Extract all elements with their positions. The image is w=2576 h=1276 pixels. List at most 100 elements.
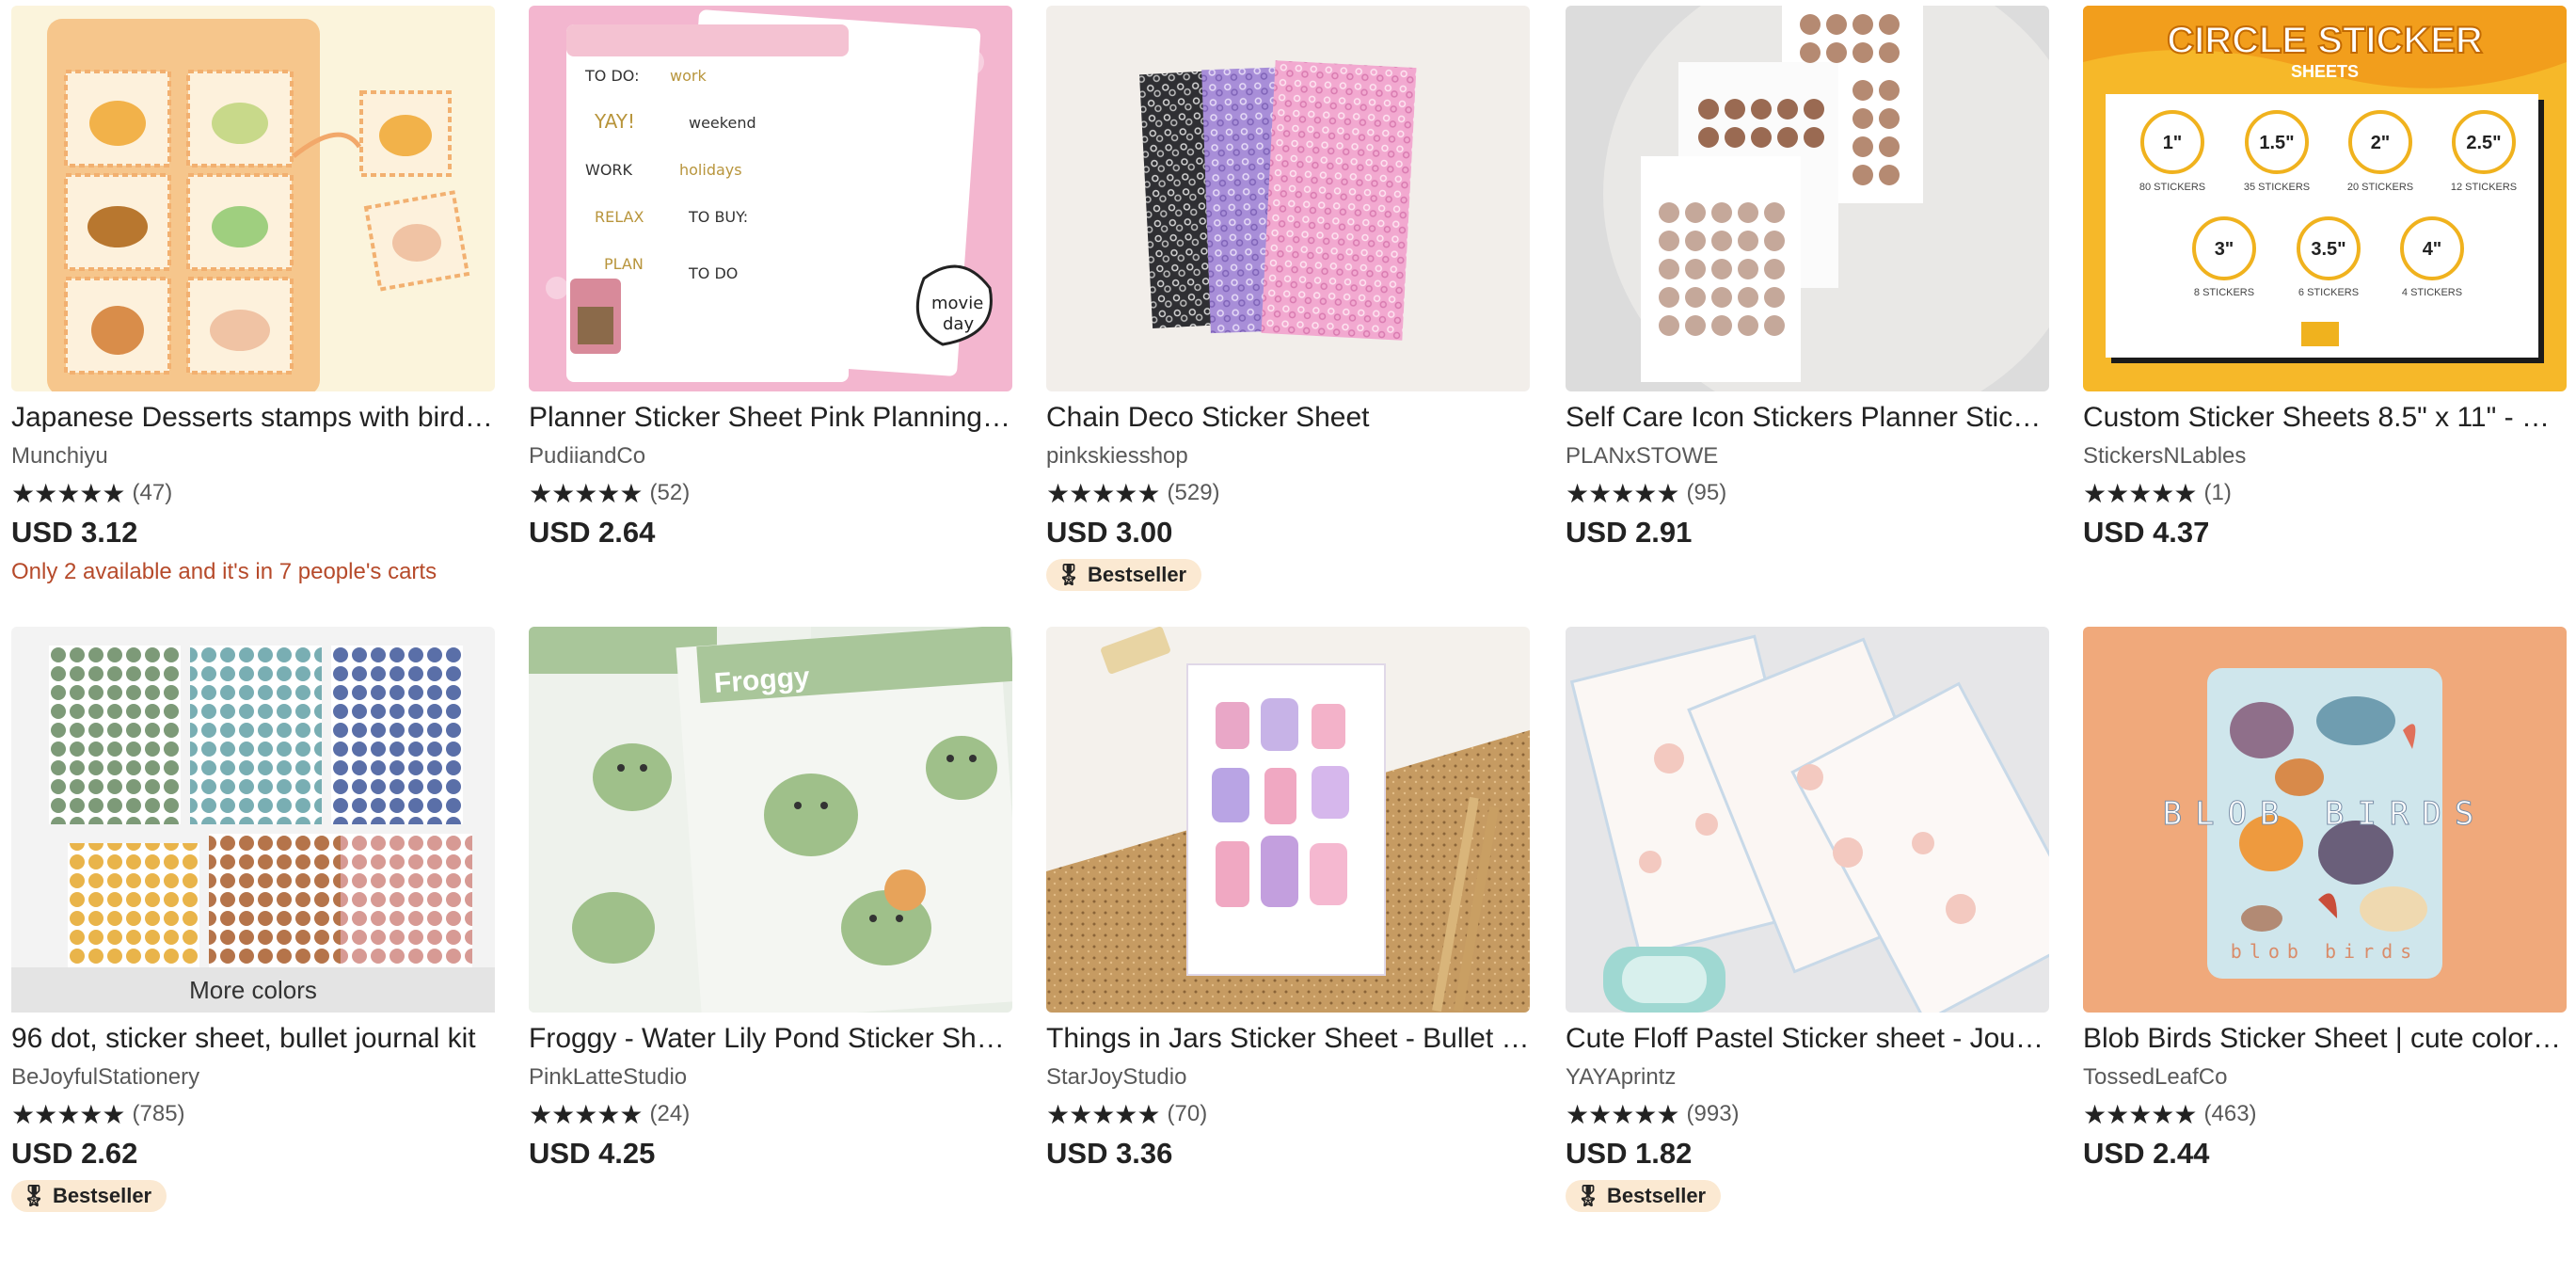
svg-text:movie: movie [931,294,983,313]
review-count: (70) [1167,1101,1208,1126]
price: USD 3.12 [11,516,138,549]
svg-text:3": 3" [2215,239,2234,260]
bestseller-badge: 🎖 Bestseller [11,1180,167,1212]
star-rating-icon: ★★★★★ [11,1098,126,1130]
svg-text:PLAN: PLAN [604,255,644,273]
svg-text:TO BUY:: TO BUY: [688,208,748,226]
shop-name[interactable]: BeJoyfulStationery [11,1061,495,1093]
svg-text:4 STICKERS: 4 STICKERS [2402,287,2462,298]
svg-text:CIRCLE STICKER: CIRCLE STICKER [2167,20,2483,61]
price: USD 4.25 [529,1137,656,1170]
listing-image[interactable]: TO DO: work YAY! weekend WORK holidays RELA… [529,6,1012,391]
rating: ★★★★★ (529) [1046,478,1530,509]
listing-title[interactable]: Planner Sticker Sheet Pink Planning … [529,399,1012,437]
svg-text:2": 2" [2371,133,2391,153]
rating: ★★★★★ (70) [1046,1098,1530,1130]
shop-name[interactable]: PinkLatteStudio [529,1061,1012,1093]
listing-thumbnail-art [1566,627,2049,1013]
listing-card[interactable]: BLOB BIRDS blob birds Blob Birds Sticker… [2083,627,2567,1172]
listing-thumbnail-art [1046,627,1530,1013]
listing-title[interactable]: 96 dot, sticker sheet, bullet journal ki… [11,1020,495,1058]
listing-card[interactable]: TO DO: work YAY! weekend WORK holidays RELA… [529,6,1012,551]
svg-text:RELAX: RELAX [595,208,644,226]
svg-text:weekend: weekend [689,114,756,132]
svg-text:2.5": 2.5" [2466,133,2501,153]
shop-name[interactable]: TossedLeafCo [2083,1061,2567,1093]
rating: ★★★★★ (24) [529,1099,1012,1130]
rating: ★★★★★ (993) [1566,1098,2049,1130]
review-count: (785) [132,1101,185,1126]
listing-card[interactable]: Cute Floff Pastel Sticker sheet - Jour… … [1566,627,2049,1212]
price: USD 3.36 [1046,1137,1173,1170]
listing-card[interactable]: Chain Deco Sticker Sheet pinkskiesshop ★… [1046,6,1530,591]
listing-image[interactable] [11,6,495,391]
review-count: (463) [2203,1101,2257,1126]
review-count: (52) [649,480,691,505]
listing-title[interactable]: Chain Deco Sticker Sheet [1046,399,1530,437]
listing-image[interactable] [1046,6,1530,391]
listing-title[interactable]: Blob Birds Sticker Sheet | cute colorf… [2083,1020,2567,1058]
listing-title[interactable]: Self Care Icon Stickers Planner Stick… [1566,399,2049,437]
price: USD 2.91 [1566,516,1693,549]
listing-title[interactable]: Cute Floff Pastel Sticker sheet - Jour… [1566,1020,2049,1058]
award-ribbon-icon: 🎖 [1575,1184,1601,1208]
award-ribbon-icon: 🎖 [1056,563,1082,587]
price: USD 2.64 [529,516,656,549]
badge-label: Bestseller [1087,563,1187,586]
shop-name[interactable]: pinkskiesshop [1046,440,1530,472]
shop-name[interactable]: Munchiyu [11,440,495,472]
award-ribbon-icon: 🎖 [21,1184,47,1208]
svg-text:80 STICKERS: 80 STICKERS [2139,182,2205,193]
review-count: (1) [2203,480,2232,505]
star-rating-icon: ★★★★★ [529,477,644,509]
listing-image[interactable]: Froggy [529,627,1012,1013]
star-rating-icon: ★★★★★ [1046,1098,1161,1130]
price: USD 3.00 [1046,516,1173,549]
listing-image[interactable] [1046,627,1530,1013]
shop-name[interactable]: StickersNLables [2083,440,2567,472]
price: USD 2.44 [2083,1137,2210,1170]
shop-name[interactable]: PLANxSTOWE [1566,440,2049,472]
listing-title[interactable]: Japanese Desserts stamps with birdi… [11,399,495,437]
rating: ★★★★★ (52) [529,477,1012,509]
shop-name[interactable]: StarJoyStudio [1046,1061,1530,1093]
svg-text:WORK: WORK [585,161,633,179]
listing-image[interactable] [1566,6,2049,391]
listing-card[interactable]: CIRCLE STICKER SHEETS 1" 1.5" 2" 2.5" 3" 3.5… [2083,6,2567,551]
listing-thumbnail-art [1566,6,2049,391]
svg-text:TO DO: TO DO [688,264,738,282]
listing-image[interactable] [1566,627,2049,1013]
listing-card[interactable]: Self Care Icon Stickers Planner Stick… P… [1566,6,2049,551]
listing-card[interactable]: Things in Jars Sticker Sheet - Bullet J…… [1046,627,1530,1172]
svg-text:blob birds: blob birds [2231,940,2419,963]
rating: ★★★★★ (463) [2083,1098,2567,1130]
svg-text:12 STICKERS: 12 STICKERS [2451,182,2517,193]
shop-name[interactable]: PudiiandCo [529,440,1012,472]
listing-card[interactable]: Froggy Froggy - Water Lily Pond Sticker … [529,627,1012,1172]
listing-title[interactable]: Froggy - Water Lily Pond Sticker She… [529,1020,1012,1058]
rating: ★★★★★ (47) [11,478,495,509]
more-colors-banner[interactable]: More colors [11,967,495,1013]
listing-card[interactable]: Japanese Desserts stamps with birdi… Mun… [11,6,495,585]
listing-title[interactable]: Things in Jars Sticker Sheet - Bullet J… [1046,1020,1530,1058]
bestseller-badge: 🎖 Bestseller [1566,1180,1722,1212]
listing-card[interactable]: More colors 96 dot, sticker sheet, bulle… [11,627,495,1212]
listing-image[interactable]: More colors [11,627,495,1013]
listing-thumbnail-art: TO DO: work YAY! weekend WORK holidays RELA… [529,6,1012,391]
price: USD 4.37 [2083,516,2210,549]
star-rating-icon: ★★★★★ [1566,477,1680,509]
svg-text:8 STICKERS: 8 STICKERS [2194,287,2254,298]
rating: ★★★★★ (95) [1566,477,2049,509]
shop-name[interactable]: YAYAprintz [1566,1061,2049,1093]
listing-image[interactable]: CIRCLE STICKER SHEETS 1" 1.5" 2" 2.5" 3" 3.5… [2083,6,2567,391]
listing-thumbnail-art [11,6,495,391]
listing-title[interactable]: Custom Sticker Sheets 8.5" x 11" - Cir… [2083,399,2567,437]
star-rating-icon: ★★★★★ [2083,1098,2198,1130]
review-count: (529) [1167,480,1220,505]
review-count: (24) [649,1101,691,1126]
listing-image[interactable]: BLOB BIRDS blob birds [2083,627,2567,1013]
rating: ★★★★★ (785) [11,1098,495,1130]
svg-text:35 STICKERS: 35 STICKERS [2244,182,2310,193]
svg-text:work: work [670,67,707,85]
star-rating-icon: ★★★★★ [1566,1098,1680,1130]
